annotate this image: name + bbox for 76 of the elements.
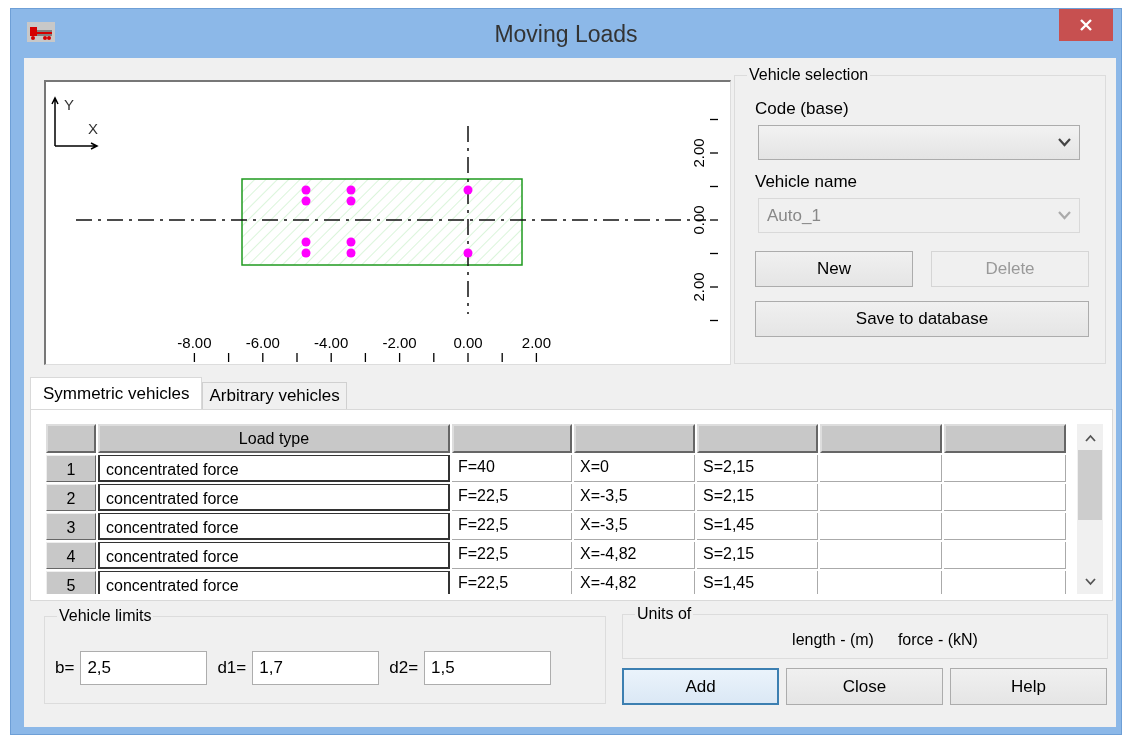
table-cell: S=1,45: [697, 571, 818, 594]
table-cell: F=22,5: [452, 484, 572, 511]
axis-label: Y: [64, 96, 74, 113]
axis-indicator-drawing: [51, 96, 99, 150]
field-label: b=: [55, 658, 75, 678]
button[interactable]: New: [755, 251, 913, 287]
button[interactable]: Help: [950, 668, 1107, 705]
table-cell: concentrated force: [98, 455, 450, 482]
field-label: Code (base): [755, 99, 849, 119]
table-cell: X=-4,82: [574, 542, 695, 569]
load-point: [301, 248, 311, 258]
close-button[interactable]: [1059, 9, 1113, 41]
header-cell: Load type: [98, 424, 450, 453]
table-cell: F=22,5: [452, 542, 572, 569]
load-point: [301, 237, 311, 247]
button[interactable]: Save to database: [755, 301, 1089, 337]
unit-text: length - (m): [792, 631, 874, 650]
table-cell: F=22,5: [452, 571, 572, 594]
tick-label: -6.00: [245, 334, 280, 351]
table-cell: concentrated force: [98, 513, 450, 540]
axis-label: X: [88, 120, 98, 137]
load-point: [346, 248, 356, 258]
load-point: [346, 237, 356, 247]
table-cell: S=2,15: [697, 455, 818, 482]
table-cell: X=-4,82: [574, 571, 695, 594]
load-point: [301, 185, 311, 195]
table-cell: F=40: [452, 455, 572, 482]
unit-text: force - (kN): [897, 631, 978, 650]
input-field[interactable]: 2,5: [80, 651, 208, 685]
row-number: 4: [46, 542, 96, 569]
table-cell: S=2,15: [697, 542, 818, 569]
table-cell: concentrated force: [98, 484, 450, 511]
button[interactable]: Add: [622, 668, 779, 705]
scrollbar[interactable]: [1077, 424, 1103, 594]
load-point: [346, 185, 356, 195]
row-number: 3: [46, 513, 96, 540]
table-cell: S=1,45: [697, 513, 818, 540]
tab[interactable]: Symmetric vehicles: [30, 377, 203, 409]
truck-icon: [27, 22, 55, 42]
row-number: 5: [46, 571, 96, 594]
row-number: 2: [46, 484, 96, 511]
tab[interactable]: Arbitrary vehicles: [202, 382, 347, 409]
field-label: Vehicle name: [755, 172, 858, 192]
tick-label: 2.00: [521, 334, 551, 351]
tick-label: 2.00: [690, 272, 707, 302]
table-cell: X=-3,5: [574, 484, 695, 511]
chevron-up-icon[interactable]: [1084, 434, 1096, 442]
load-point: [346, 196, 356, 206]
button[interactable]: Close: [786, 668, 943, 705]
tick-label: -4.00: [314, 334, 349, 351]
field-label: d1=: [217, 658, 247, 678]
tick-label: -2.00: [382, 334, 417, 351]
chevron-down-icon: [1058, 138, 1071, 147]
table-cell: concentrated force: [98, 571, 450, 594]
tick-label: 0.00: [690, 205, 707, 235]
load-point: [301, 196, 311, 206]
window-title: Moving Loads: [494, 21, 638, 48]
close-icon: [1079, 18, 1093, 32]
field-label: d2=: [389, 658, 419, 678]
table-cell: F=22,5: [452, 513, 572, 540]
table-cell: S=2,15: [697, 484, 818, 511]
tick-label: 0.00: [453, 334, 483, 351]
table-cell: X=-3,5: [574, 513, 695, 540]
load-point: [463, 185, 473, 195]
row-number: 1: [46, 455, 96, 482]
input-field[interactable]: 1,5: [424, 651, 552, 685]
chevron-down-icon: [1058, 211, 1071, 220]
header-cell: [46, 424, 96, 453]
scrollbar-thumb[interactable]: [1078, 450, 1102, 520]
load-point: [463, 248, 473, 258]
chevron-down-icon[interactable]: [1084, 578, 1096, 586]
input-field[interactable]: 1,7: [252, 651, 380, 685]
tick-label: -8.00: [177, 334, 212, 351]
tick-label: 2.00: [690, 138, 707, 168]
table-cell: X=0: [574, 455, 695, 482]
table-cell: concentrated force: [98, 542, 450, 569]
